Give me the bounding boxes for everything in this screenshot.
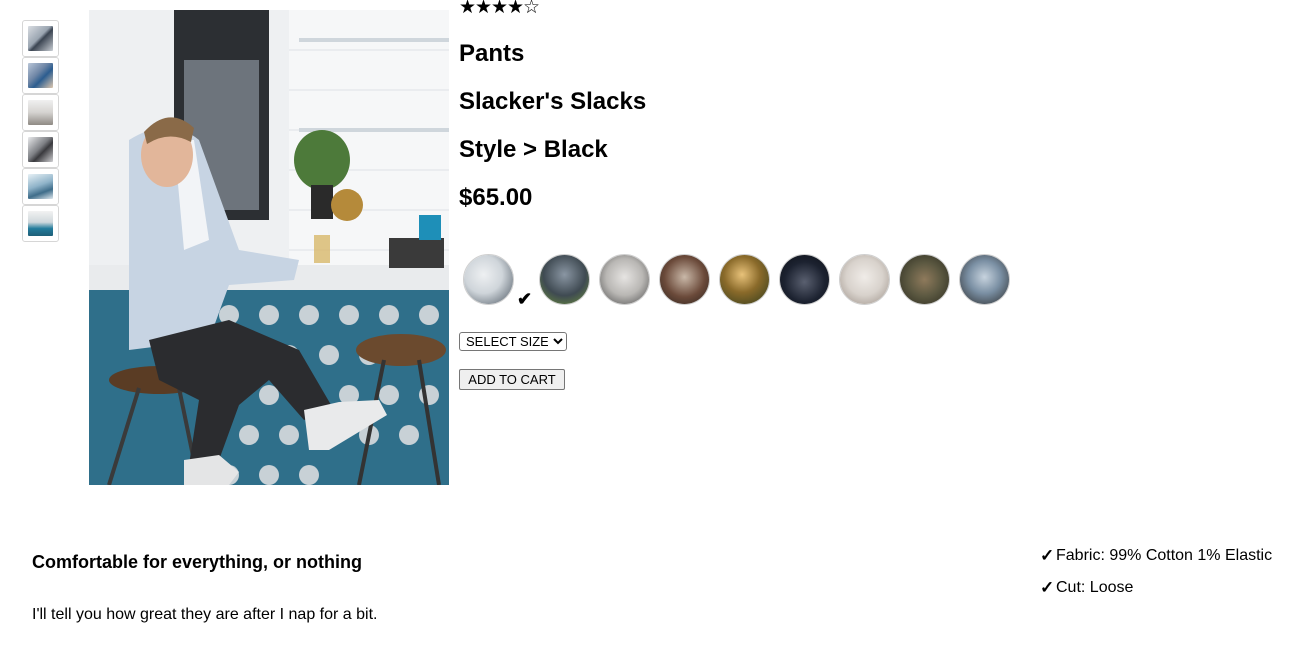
product-category: Pants bbox=[459, 40, 525, 67]
product-price: $65.00 bbox=[459, 184, 533, 211]
style-swatch-5[interactable] bbox=[719, 254, 770, 305]
feature-text: Cut: Loose bbox=[1056, 579, 1134, 596]
style-selector: ✔ bbox=[459, 254, 1019, 309]
star-icon: ★ bbox=[459, 0, 476, 18]
style-swatch-image bbox=[464, 255, 513, 304]
style-swatch-8[interactable] bbox=[899, 254, 950, 305]
add-to-cart-button[interactable]: ADD TO CART bbox=[459, 369, 565, 390]
thumbnail-5[interactable] bbox=[22, 168, 59, 205]
thumbnail-image bbox=[28, 211, 53, 236]
thumbnail-image bbox=[28, 63, 53, 88]
style-swatch-3[interactable] bbox=[599, 254, 650, 305]
style-swatch-image bbox=[960, 255, 1009, 304]
thumbnail-6[interactable] bbox=[22, 205, 59, 242]
feature-item: ✓ Cut: Loose bbox=[1040, 577, 1272, 609]
check-icon: ✓ bbox=[1040, 578, 1055, 597]
style-swatch-7[interactable] bbox=[839, 254, 890, 305]
style-swatch-2[interactable] bbox=[539, 254, 590, 305]
style-swatch-image bbox=[780, 255, 829, 304]
feature-list: ✓ Fabric: 99% Cotton 1% Elastic ✓ Cut: L… bbox=[1040, 545, 1272, 609]
main-product-image[interactable] bbox=[89, 10, 449, 485]
style-swatch-image bbox=[540, 255, 589, 304]
star-empty-icon: ☆ bbox=[523, 0, 540, 18]
thumbnail-2[interactable] bbox=[22, 57, 59, 94]
size-select[interactable]: SELECT SIZE bbox=[459, 332, 567, 351]
thumbnail-image bbox=[28, 26, 53, 51]
style-swatch-image bbox=[900, 255, 949, 304]
feature-text: Fabric: 99% Cotton 1% Elastic bbox=[1056, 547, 1273, 564]
selected-check-icon: ✔ bbox=[517, 289, 533, 309]
style-swatch-1[interactable] bbox=[463, 254, 514, 305]
selected-style: Style > Black bbox=[459, 136, 608, 163]
thumbnail-4[interactable] bbox=[22, 131, 59, 168]
style-swatch-image bbox=[600, 255, 649, 304]
thumbnail-3[interactable] bbox=[22, 94, 59, 131]
thumbnail-image bbox=[28, 100, 53, 125]
main-product-image-art bbox=[89, 10, 449, 485]
star-icon: ★ bbox=[507, 0, 524, 18]
thumbnail-1[interactable] bbox=[22, 20, 59, 57]
style-swatch-9[interactable] bbox=[959, 254, 1010, 305]
product-slogan: Comfortable for everything, or nothing bbox=[32, 552, 363, 572]
style-swatch-6[interactable] bbox=[779, 254, 830, 305]
star-rating: ★★★★☆ bbox=[459, 0, 540, 18]
product-name: Slacker's Slacks bbox=[459, 88, 647, 115]
product-description: I'll tell you how great they are after I… bbox=[32, 606, 378, 623]
style-swatch-image bbox=[840, 255, 889, 304]
star-icon: ★ bbox=[475, 0, 492, 18]
thumbnail-image bbox=[28, 174, 53, 199]
check-icon: ✓ bbox=[1040, 546, 1055, 565]
style-swatch-image bbox=[660, 255, 709, 304]
star-icon: ★ bbox=[491, 0, 508, 18]
thumbnail-image bbox=[28, 137, 53, 162]
style-swatch-image bbox=[720, 255, 769, 304]
style-swatch-4[interactable] bbox=[659, 254, 710, 305]
thumbnail-list bbox=[22, 20, 59, 242]
feature-item: ✓ Fabric: 99% Cotton 1% Elastic bbox=[1040, 545, 1272, 577]
